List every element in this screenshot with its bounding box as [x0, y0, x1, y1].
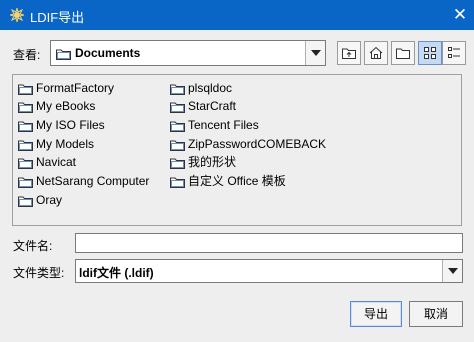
- look-in-dropdown-button[interactable]: [305, 41, 325, 65]
- folder-icon: [170, 158, 185, 169]
- window-title: LDIF导出: [30, 10, 85, 25]
- close-icon[interactable]: ✕: [448, 3, 472, 27]
- list-item-label: My ISO Files: [36, 118, 105, 132]
- folder-icon: [18, 102, 33, 113]
- list-item-label: plsqldoc: [188, 81, 233, 95]
- list-item-label: Oray: [36, 193, 63, 207]
- file-type-combo[interactable]: ldif文件 (.ldif): [75, 259, 463, 283]
- folder-icon: [18, 84, 33, 95]
- app-icon: [10, 8, 24, 22]
- list-item-label: NetSarang Computer: [36, 174, 150, 188]
- file-name-label: 文件名:: [13, 239, 53, 253]
- export-button[interactable]: 导出: [350, 301, 402, 327]
- details-view-icon: [448, 47, 460, 58]
- list-item-label: ZipPasswordCOMEBACK: [188, 137, 327, 151]
- chevron-down-icon: [311, 50, 321, 56]
- folder-icon: [170, 177, 185, 188]
- up-folder-button[interactable]: [337, 41, 361, 65]
- list-view-button[interactable]: [418, 41, 442, 65]
- folder-icon: [170, 102, 185, 113]
- folder-icon: [170, 140, 185, 151]
- file-type-dropdown-button[interactable]: [442, 260, 462, 282]
- folder-icon: [170, 84, 185, 95]
- list-view-icon: [424, 47, 436, 59]
- folder-icon: [18, 121, 33, 132]
- list-item-label: Navicat: [36, 155, 77, 169]
- file-type-label: 文件类型:: [13, 266, 65, 280]
- title-bar: LDIF导出 ✕: [0, 0, 474, 30]
- home-button[interactable]: [364, 41, 388, 65]
- file-type-value: ldif文件 (.ldif): [79, 266, 154, 280]
- list-item-label: 自定义 Office 模板: [188, 174, 286, 188]
- list-item-label: FormatFactory: [36, 81, 115, 95]
- look-in-combo[interactable]: Documents: [50, 40, 326, 66]
- list-item-label: My eBooks: [36, 99, 96, 113]
- file-list[interactable]: FormatFactory My eBooks My ISO Files My …: [12, 74, 462, 226]
- chevron-down-icon: [448, 268, 458, 274]
- folder-icon: [18, 196, 33, 207]
- list-item-label: My Models: [36, 137, 95, 151]
- new-folder-button[interactable]: [391, 41, 415, 65]
- look-in-value: Documents: [75, 46, 141, 60]
- folder-icon: [18, 158, 33, 169]
- folder-icon: [170, 121, 185, 132]
- home-icon: [369, 46, 383, 59]
- folder-icon: [56, 49, 71, 60]
- new-folder-icon: [396, 48, 410, 59]
- details-view-button[interactable]: [442, 41, 466, 65]
- cancel-button[interactable]: 取消: [409, 301, 463, 327]
- look-in-label: 查看:: [13, 48, 41, 62]
- folder-icon: [18, 177, 33, 188]
- list-item-label: Tencent Files: [188, 118, 259, 132]
- file-name-input[interactable]: [75, 233, 463, 253]
- folder-icon: [18, 140, 33, 151]
- list-item-label: StarCraft: [188, 99, 237, 113]
- list-item-label: 我的形状: [188, 155, 237, 169]
- up-folder-icon: [342, 48, 356, 59]
